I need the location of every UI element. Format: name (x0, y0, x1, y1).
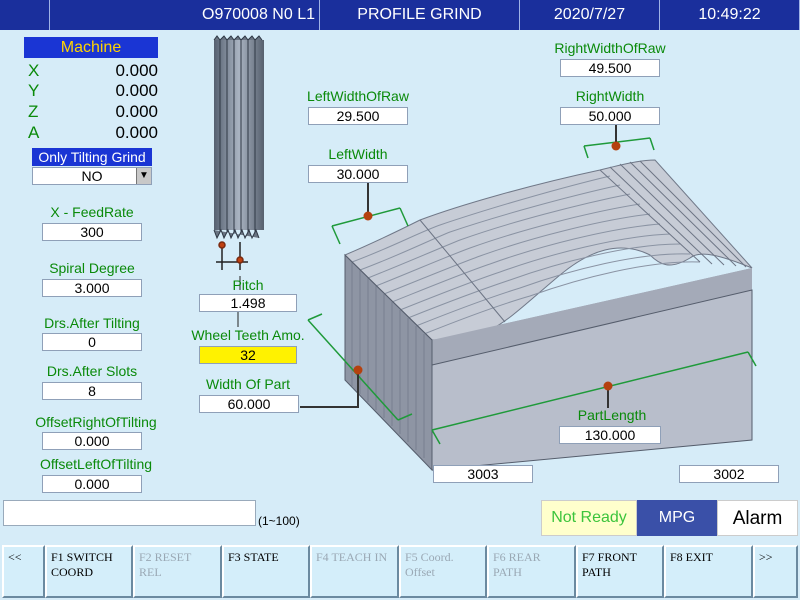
workpiece-block-icon (344, 159, 753, 472)
pitch-field[interactable]: 1.498 (199, 294, 297, 312)
f4-teach-in-button[interactable]: F4 TEACH IN (310, 545, 399, 598)
code-right-field: 3002 (679, 465, 779, 483)
left-width-raw-label: LeftWidthOfRaw (307, 88, 409, 104)
width-of-part-label: Width Of Part (205, 376, 291, 392)
alarm-indicator: Alarm (717, 500, 798, 536)
right-width-label: RightWidth (575, 88, 645, 104)
pitch-label: Pitch (232, 277, 264, 293)
wheel-teeth-field[interactable]: 32 (199, 346, 297, 364)
f7-front-path-button[interactable]: F7 FRONT PATH (576, 545, 664, 598)
grinding-wheel-icon (213, 35, 264, 240)
next-page-button[interactable]: >> (753, 545, 798, 598)
ready-status: Not Ready (541, 500, 637, 536)
right-width-field[interactable]: 50.000 (560, 107, 660, 125)
command-input[interactable] (3, 500, 256, 526)
wheel-teeth-label: Wheel Teeth Amo. (191, 327, 305, 343)
f3-state-button[interactable]: F3 STATE (222, 545, 310, 598)
right-width-raw-field[interactable]: 49.500 (560, 59, 660, 77)
right-width-raw-label: RightWidthOfRaw (554, 40, 666, 56)
f1-switch-coord-button[interactable]: F1 SWITCH COORD (45, 545, 133, 598)
width-of-part-field[interactable]: 60.000 (199, 395, 299, 413)
left-width-raw-field[interactable]: 29.500 (308, 107, 408, 125)
f8-exit-button[interactable]: F8 EXIT (664, 545, 753, 598)
prev-page-button[interactable]: << (2, 545, 45, 598)
left-width-label: LeftWidth (328, 146, 388, 162)
part-length-field[interactable]: 130.000 (559, 426, 661, 444)
grinding-diagram (213, 35, 757, 472)
code-left-field: 3003 (433, 465, 533, 483)
left-width-field[interactable]: 30.000 (308, 165, 408, 183)
f6-rear-path-button[interactable]: F6 REAR PATH (487, 545, 576, 598)
f5-coord-offset-button[interactable]: F5 Coord. Offset (399, 545, 487, 598)
f2-reset-rel-button[interactable]: F2 RESET REL (133, 545, 222, 598)
input-range-hint: (1~100) (258, 514, 300, 528)
part-length-label: PartLength (577, 407, 647, 423)
mpg-mode-indicator: MPG (637, 500, 717, 536)
